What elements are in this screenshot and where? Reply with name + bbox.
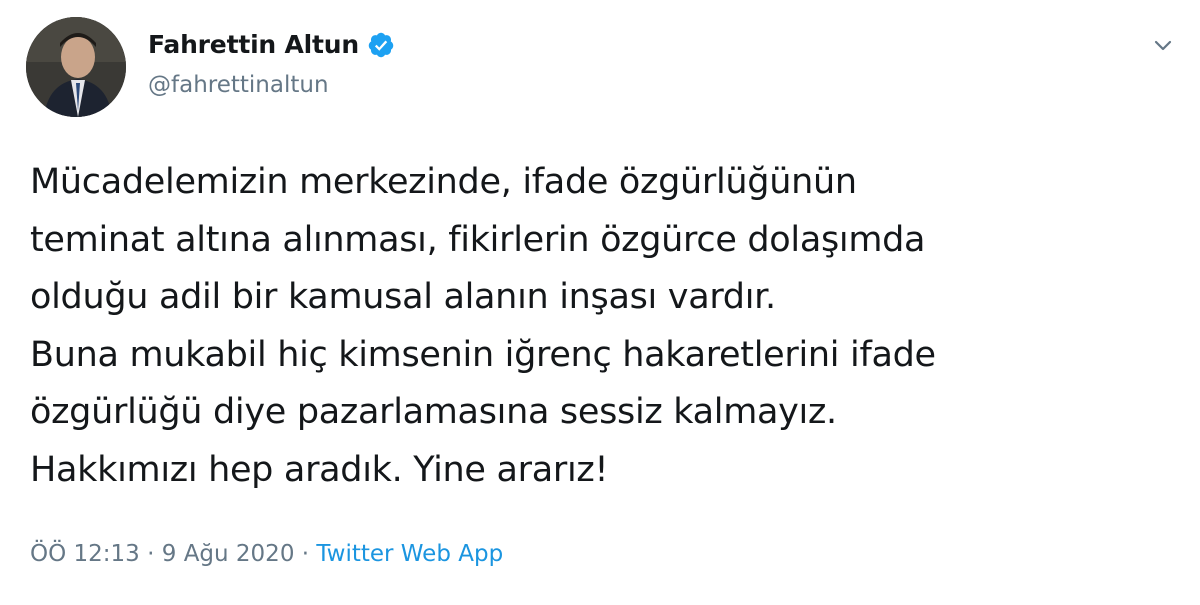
tweet-card: Fahrettin Altun @fahrettinaltun Mücadele… xyxy=(0,0,1200,605)
tweet-text-line: Buna mukabil hiç kimsenin iğrenç hakaret… xyxy=(30,334,936,375)
tweet-text-line: özgürlüğü diye pazarlamasına sessiz kalm… xyxy=(30,392,837,432)
verified-badge-icon xyxy=(367,31,395,59)
tweet-meta: ÖÖ 12:13 · 9 Ağu 2020 · Twitter Web App xyxy=(30,541,503,567)
tweet-time[interactable]: ÖÖ 12:13 xyxy=(30,541,140,567)
tweet-text-line: teminat altına alınması, fikirlerin özgü… xyxy=(30,219,926,260)
tweet-date[interactable]: 9 Ağu 2020 xyxy=(162,541,295,567)
tweet-source-link[interactable]: Twitter Web App xyxy=(316,541,503,567)
author-handle[interactable]: @fahrettinaltun xyxy=(148,72,329,98)
tweet-text-line: Hakkımızı hep aradık. Yine ararız! xyxy=(30,449,609,490)
author-name-row: Fahrettin Altun xyxy=(148,30,395,59)
author-display-name[interactable]: Fahrettin Altun xyxy=(148,30,359,59)
avatar[interactable] xyxy=(26,17,126,117)
tweet-text: Mücadelemizin merkezinde, ifade özgürlüğ… xyxy=(30,154,1170,499)
meta-separator: · xyxy=(294,541,317,567)
tweet-text-line: Mücadelemizin merkezinde, ifade özgürlüğ… xyxy=(30,162,857,202)
meta-separator: · xyxy=(139,541,162,567)
avatar-image xyxy=(26,17,126,117)
tweet-text-line: olduğu adil bir kamusal alanın inşası va… xyxy=(30,277,776,317)
chevron-down-icon[interactable] xyxy=(1148,30,1178,60)
